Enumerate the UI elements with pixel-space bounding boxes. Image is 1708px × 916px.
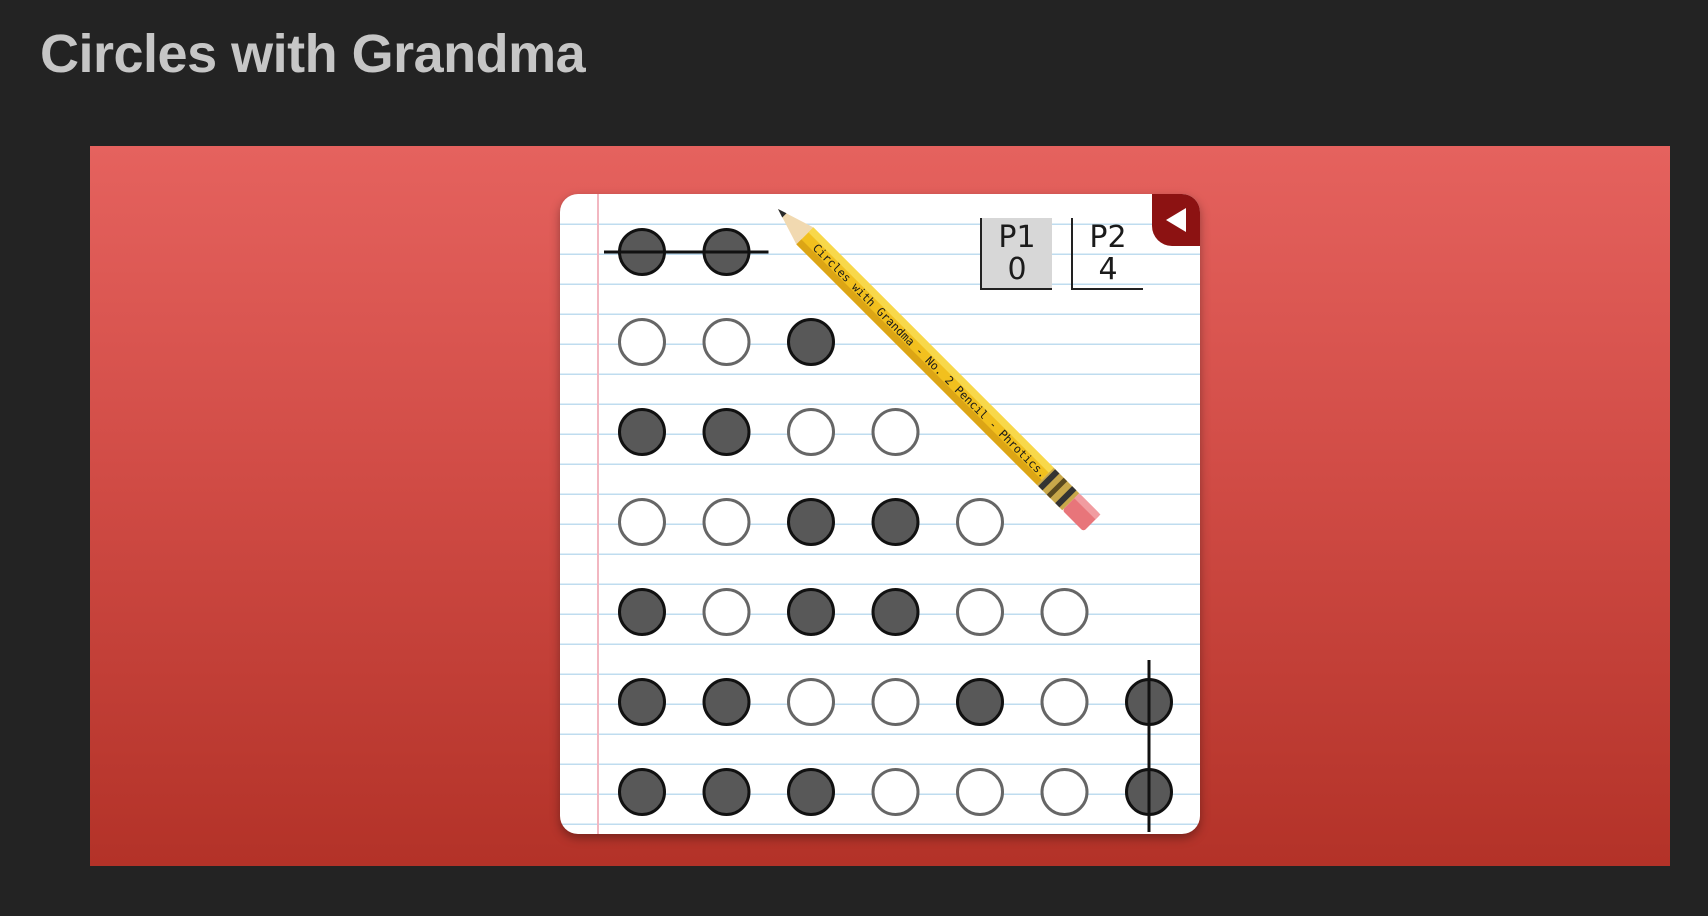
filled-circle[interactable] (618, 588, 666, 636)
filled-circle[interactable] (618, 768, 666, 816)
empty-circle[interactable] (871, 768, 920, 816)
empty-circle[interactable] (702, 498, 751, 546)
pencil-imprint: Circles with Grandma - No. 2 Pencil - Ph… (810, 241, 1065, 496)
empty-circle[interactable] (702, 588, 751, 636)
page-title: Circles with Grandma (40, 24, 586, 84)
empty-circle[interactable] (618, 318, 666, 366)
filled-circle[interactable] (702, 678, 751, 726)
filled-circle[interactable] (702, 768, 751, 816)
empty-circle[interactable] (787, 678, 835, 726)
filled-circle[interactable] (702, 408, 751, 456)
empty-circle[interactable] (1040, 768, 1089, 816)
empty-circle[interactable] (1040, 678, 1089, 726)
filled-circle[interactable] (618, 678, 666, 726)
filled-circle[interactable] (787, 768, 835, 816)
pencil-icon[interactable]: Circles with Grandma - No. 2 Pencil - Ph… (770, 201, 1190, 621)
filled-circle[interactable] (956, 678, 1004, 726)
game-stage: P1 0 P2 4 Circles with Grandma - No. 2 P… (90, 146, 1670, 866)
empty-circle[interactable] (618, 498, 666, 546)
empty-circle[interactable] (871, 678, 920, 726)
filled-circle[interactable] (618, 408, 666, 456)
empty-circle[interactable] (702, 318, 751, 366)
empty-circle[interactable] (956, 768, 1004, 816)
